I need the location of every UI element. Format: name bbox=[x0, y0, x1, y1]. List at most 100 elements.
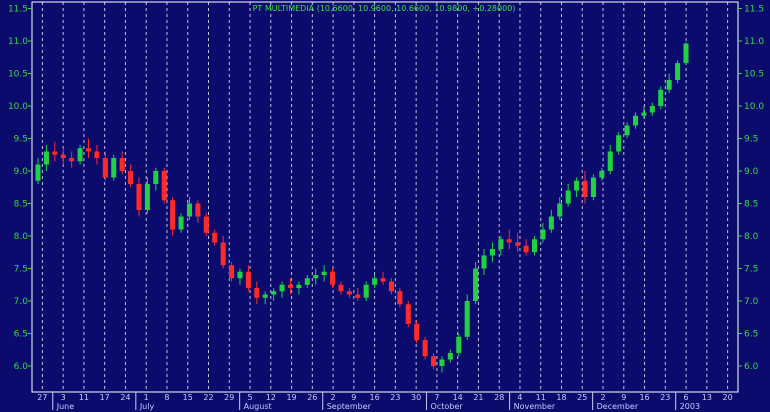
candle-body bbox=[60, 154, 66, 158]
x-tick-label: 4 bbox=[517, 393, 522, 402]
candle-body bbox=[119, 158, 125, 171]
candle-body bbox=[397, 291, 403, 305]
candle-body bbox=[102, 158, 108, 178]
candle-body bbox=[683, 43, 689, 64]
y-tick-label-right: 9.5 bbox=[744, 135, 758, 145]
candle-body bbox=[245, 271, 251, 288]
month-label: November bbox=[514, 402, 556, 411]
candle-body bbox=[649, 106, 655, 113]
x-tick-label: 5 bbox=[247, 393, 252, 402]
x-tick-label: 23 bbox=[660, 393, 670, 402]
candle-body bbox=[473, 268, 479, 301]
candle-body bbox=[658, 89, 664, 106]
candle-body bbox=[330, 271, 336, 285]
x-tick-label: 22 bbox=[203, 393, 213, 402]
month-label: June bbox=[56, 402, 75, 411]
x-tick-label: 29 bbox=[224, 393, 234, 402]
x-tick-label: 28 bbox=[494, 393, 504, 402]
y-tick-label-left: 11.5 bbox=[8, 5, 28, 15]
x-tick-label: 12 bbox=[266, 393, 276, 402]
x-tick-label: 30 bbox=[411, 393, 421, 402]
candle-body bbox=[220, 242, 226, 266]
candle-body bbox=[675, 63, 681, 80]
month-label: July bbox=[139, 402, 155, 411]
x-tick-label: 24 bbox=[120, 393, 130, 402]
candle-body bbox=[287, 284, 293, 288]
x-tick-label: 27 bbox=[37, 393, 47, 402]
candle-body bbox=[338, 284, 344, 292]
candle-body bbox=[346, 291, 352, 295]
candle-body bbox=[296, 284, 302, 288]
candle-body bbox=[481, 255, 487, 269]
candle-body bbox=[111, 158, 117, 178]
candle-body bbox=[574, 180, 580, 191]
candle-body bbox=[405, 304, 411, 324]
y-tick-label-left: 8.5 bbox=[14, 200, 28, 210]
candle-body bbox=[557, 203, 563, 217]
y-tick-label-left: 11.0 bbox=[8, 37, 28, 47]
candle-body bbox=[144, 184, 150, 210]
y-tick-label-right: 9.0 bbox=[744, 167, 759, 177]
x-tick-label: 2 bbox=[331, 393, 336, 402]
y-tick-label-left: 9.5 bbox=[14, 135, 28, 145]
candle-body bbox=[69, 158, 75, 162]
candle-body bbox=[212, 232, 218, 243]
candle-body bbox=[447, 353, 453, 360]
y-tick-label-right: 8.0 bbox=[744, 232, 759, 242]
candle-body bbox=[531, 239, 538, 253]
x-tick-label: 15 bbox=[183, 393, 193, 402]
y-tick-label-left: 10.0 bbox=[8, 102, 28, 112]
candle-body bbox=[582, 180, 588, 197]
chart-background bbox=[0, 0, 770, 412]
candle-body bbox=[321, 271, 327, 275]
candle-body bbox=[254, 288, 260, 298]
candle-body bbox=[590, 177, 596, 197]
candle-body bbox=[170, 200, 176, 230]
candle-body bbox=[498, 239, 504, 249]
y-tick-label-right: 6.0 bbox=[744, 362, 759, 372]
x-tick-label: 21 bbox=[473, 393, 483, 402]
candle-body bbox=[599, 171, 605, 178]
y-tick-label-right: 6.5 bbox=[744, 330, 758, 340]
y-tick-label-left: 8.0 bbox=[14, 232, 29, 242]
x-tick-label: 23 bbox=[390, 393, 400, 402]
month-label: December bbox=[597, 402, 639, 411]
y-tick-label-right: 10.0 bbox=[744, 102, 764, 112]
month-label: August bbox=[244, 402, 272, 411]
x-tick-label: 2 bbox=[600, 393, 605, 402]
x-tick-label: 6 bbox=[684, 393, 689, 402]
candle-body bbox=[506, 239, 512, 243]
candle-body bbox=[456, 336, 462, 353]
candle-body bbox=[439, 359, 445, 366]
month-label: 2003 bbox=[680, 402, 700, 411]
y-tick-label-left: 7.0 bbox=[14, 297, 29, 307]
x-tick-label: 18 bbox=[556, 393, 566, 402]
candle-body bbox=[464, 301, 470, 337]
candlestick-chart: 6.0 6.0 6.5 6.5 7.0 7.0 7.5 7.5 8.0 8.0 8.5 8.5 9.0 9… bbox=[0, 0, 770, 412]
candle-body bbox=[372, 278, 378, 285]
candle-body bbox=[632, 115, 639, 126]
candle-body bbox=[271, 291, 277, 295]
x-tick-label: 17 bbox=[100, 393, 110, 402]
y-tick-label-left: 9.0 bbox=[14, 167, 29, 177]
x-tick-label: 11 bbox=[536, 393, 546, 402]
candle-body bbox=[186, 203, 193, 217]
x-tick-label: 1 bbox=[144, 393, 149, 402]
x-tick-label: 16 bbox=[639, 393, 649, 402]
candle-body bbox=[304, 278, 310, 285]
candle-body bbox=[43, 151, 49, 165]
candle-body bbox=[431, 356, 437, 366]
candle-body bbox=[548, 216, 554, 230]
x-tick-label: 13 bbox=[702, 393, 712, 402]
x-tick-label: 3 bbox=[61, 393, 66, 402]
y-tick-label-right: 11.5 bbox=[744, 5, 764, 15]
x-tick-label: 7 bbox=[434, 393, 439, 402]
candle-body bbox=[128, 171, 134, 184]
candle-body bbox=[489, 249, 495, 256]
candle-body bbox=[153, 171, 159, 184]
y-tick-label-left: 6.5 bbox=[14, 330, 28, 340]
y-tick-label-right: 7.0 bbox=[744, 297, 759, 307]
candle-body bbox=[203, 216, 209, 233]
candle-body bbox=[195, 203, 201, 217]
candle-body bbox=[136, 184, 142, 210]
